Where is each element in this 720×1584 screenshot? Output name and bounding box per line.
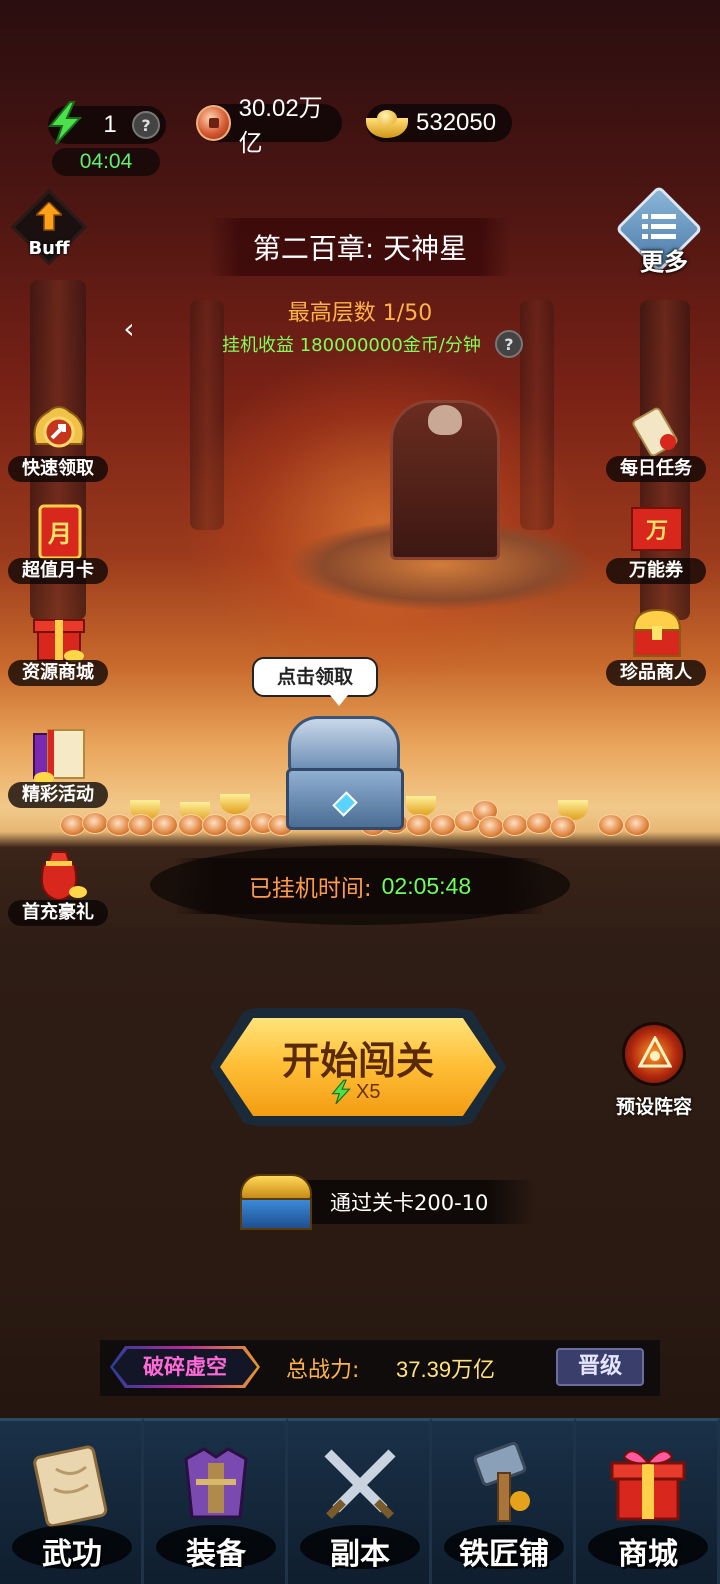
- resource-shop-button[interactable]: 资源商城: [8, 606, 108, 700]
- nav-label-dungeon: 副本: [330, 1537, 390, 1572]
- nav-tab-equipment[interactable]: 装备: [144, 1418, 288, 1584]
- nav-label-shop: 商城: [618, 1537, 678, 1572]
- nav-tab-martial-arts[interactable]: 武功: [0, 1418, 144, 1584]
- copper-counter: 30.02万亿: [196, 95, 342, 157]
- treasure-merchant-icon: [632, 608, 682, 657]
- copper-value: 30.02万亿: [238, 95, 323, 157]
- energy-cost-value: X5: [356, 1080, 381, 1103]
- nav-label-martial-arts: 武功: [42, 1537, 102, 1572]
- energy-cost: X5: [328, 1078, 380, 1106]
- daily-task-icon: [632, 407, 678, 457]
- lightning-energy-icon: [331, 1079, 351, 1105]
- idle-time-box: 已挂机时间: 02:05:48: [175, 858, 545, 914]
- chapter-title: 第二百章: 天神星: [252, 232, 468, 265]
- first-recharge-icon: [40, 851, 87, 902]
- lineup-triangle-icon: [638, 1036, 672, 1068]
- stage-reward-chest-icon: [236, 1170, 316, 1234]
- crossed-swords-icon: [324, 1449, 396, 1519]
- claim-bubble[interactable]: 点击领取: [252, 657, 378, 706]
- gold-ingot-icon: [366, 108, 408, 138]
- preset-lineup-button[interactable]: 预设阵容: [604, 1022, 704, 1118]
- universal-coupon-icon: 万: [631, 507, 683, 551]
- armor-icon: [184, 1447, 248, 1519]
- promote-button[interactable]: 晋级: [556, 1348, 644, 1386]
- gold-counter: 532050: [366, 104, 512, 142]
- combat-power-bar: 破碎虚空 总战力: 37.39万亿 晋级: [100, 1340, 660, 1396]
- svg-text:月: 月: [47, 520, 72, 548]
- more-menu-button[interactable]: 更多: [612, 185, 706, 280]
- treasure-merchant-button[interactable]: 珍品商人: [606, 606, 706, 700]
- total-power-label: 总战力:: [286, 1358, 360, 1383]
- daily-task-label: 每日任务: [606, 456, 706, 482]
- resource-shop-icon: [33, 619, 85, 662]
- resource-shop-label: 资源商城: [8, 660, 108, 686]
- idle-reward-chest[interactable]: [282, 716, 408, 832]
- gold-value: 532050: [416, 109, 497, 136]
- nav-label-equipment: 装备: [186, 1537, 246, 1572]
- nav-label-blacksmith: 铁匠铺: [459, 1537, 549, 1572]
- stage-reward-text: 通过关卡200-10: [330, 1191, 489, 1215]
- energy-help-icon[interactable]: ?: [132, 111, 160, 139]
- copper-coin-icon: [196, 105, 231, 141]
- skull-decoration: [428, 405, 462, 435]
- fast-claim-button[interactable]: 快速领取: [8, 402, 108, 496]
- start-challenge-button[interactable]: 开始闯关 X5: [210, 1008, 506, 1126]
- up-arrow-icon: [36, 202, 62, 231]
- hammer-icon: [473, 1442, 530, 1522]
- universal-coupon-label: 万能券: [606, 558, 706, 584]
- universal-coupon-button[interactable]: 万 万能券: [606, 504, 706, 598]
- first-recharge-button[interactable]: 首充豪礼: [8, 846, 108, 940]
- realm-badge[interactable]: 破碎虚空: [110, 1346, 260, 1388]
- more-label: 更多: [640, 248, 688, 276]
- svg-text:万: 万: [645, 519, 668, 544]
- total-power-value: 37.39万亿: [396, 1357, 496, 1382]
- idle-time-label: 已挂机时间:: [248, 876, 372, 902]
- idle-income-row: 挂机收益 180000000金币/分钟 ?: [222, 330, 523, 358]
- nav-tab-dungeon[interactable]: 副本: [288, 1418, 432, 1584]
- preset-lineup-label: 预设阵容: [615, 1096, 692, 1118]
- energy-timer: 04:04: [52, 148, 160, 176]
- first-recharge-label: 首充豪礼: [8, 900, 108, 926]
- nav-tab-blacksmith[interactable]: 铁匠铺: [432, 1418, 576, 1584]
- events-icon: [33, 729, 85, 784]
- start-challenge-label: 开始闯关: [281, 1038, 434, 1083]
- fast-claim-label: 快速领取: [8, 456, 108, 482]
- buff-button[interactable]: Buff: [10, 188, 88, 270]
- realm-name: 破碎虚空: [113, 1349, 257, 1385]
- income-help-icon[interactable]: ?: [494, 330, 523, 358]
- monthly-card-label: 超值月卡: [8, 558, 108, 584]
- chapter-banner: 第二百章: 天神星: [210, 218, 510, 276]
- idle-income-text: 挂机收益 180000000金币/分钟: [222, 335, 481, 356]
- martial-arts-scroll-icon: [33, 1445, 108, 1528]
- treasure-merchant-label: 珍品商人: [606, 660, 706, 686]
- buff-label: Buff: [28, 238, 70, 259]
- menu-list-icon: [642, 214, 676, 239]
- energy-counter: 1 ?: [47, 101, 166, 145]
- bottom-navigation: 武功 装备 副本 铁匠铺 商城: [0, 1418, 720, 1584]
- idle-time-value: 02:05:48: [381, 872, 472, 899]
- daily-task-button[interactable]: 每日任务: [606, 402, 706, 496]
- max-floor-text: 最高层数 1/50: [287, 301, 433, 326]
- energy-value: 1: [103, 111, 117, 138]
- fast-claim-icon: [33, 406, 85, 448]
- monthly-card-icon: 月: [38, 504, 82, 560]
- stage-reward-row[interactable]: 通过关卡200-10: [236, 1170, 536, 1234]
- monthly-card-button[interactable]: 月 超值月卡: [8, 504, 108, 598]
- gift-box-icon: [610, 1450, 686, 1521]
- lightning-energy-icon: [47, 101, 83, 145]
- nav-tab-shop[interactable]: 商城: [576, 1418, 720, 1584]
